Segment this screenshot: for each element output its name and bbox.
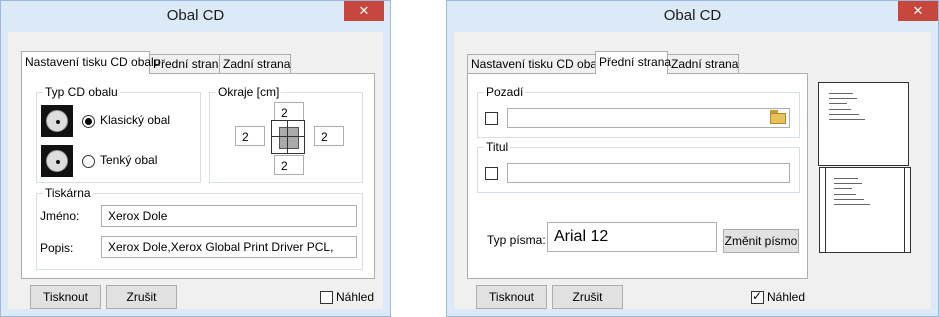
cd-case-icon [41, 105, 73, 137]
background-path-input[interactable] [507, 108, 790, 128]
background-group-label: Pozadí [484, 85, 526, 99]
printer-name-field[interactable]: Xerox Dole [101, 205, 357, 227]
right-tab-panel: Pozadí Titul Typ písma: Arial 12 Změnit … [467, 73, 808, 279]
cd-case-icon [41, 145, 73, 177]
cancel-button[interactable]: Zrušit [106, 285, 177, 309]
radio-classic-case-label[interactable]: Klasický obal [100, 113, 170, 127]
printer-group-label: Tiskárna [43, 186, 93, 200]
printer-name-label: Jméno: [40, 209, 80, 223]
right-tab-strip: Nastavení tisku CD obalu Přední strana Z… [467, 51, 767, 74]
tab-print-settings[interactable]: Nastavení tisku CD obalu [21, 51, 160, 74]
close-icon: ✕ [358, 3, 370, 18]
margin-top-input[interactable]: 2 [274, 102, 304, 122]
left-close-button[interactable]: ✕ [344, 1, 384, 21]
page-margins-icon [271, 120, 305, 154]
preview-checkbox-label[interactable]: Náhled [336, 290, 374, 304]
preview-checkbox[interactable] [320, 291, 333, 304]
background-checkbox[interactable] [485, 112, 498, 125]
preview-checkbox[interactable]: ✓ [751, 289, 764, 304]
back-preview-thumbnail [819, 167, 911, 253]
tab-back-side[interactable]: Zadní strana [219, 54, 291, 73]
radio-classic-case[interactable] [82, 115, 95, 128]
tab-front-side[interactable]: Přední strana [595, 51, 671, 74]
cd-type-group: Typ CD obalu Klasický obal Tenký obal [36, 85, 201, 183]
font-display-field: Arial 12 [547, 222, 717, 252]
margin-left-input[interactable]: 2 [235, 126, 265, 146]
change-font-button[interactable]: Změnit písmo [723, 229, 799, 253]
print-button[interactable]: Tisknout [476, 285, 547, 309]
margins-group: Okraje [cm] 2 2 2 2 [209, 85, 363, 183]
checkmark-icon: ✓ [752, 289, 763, 303]
title-input[interactable] [507, 163, 790, 183]
printer-desc-field[interactable]: Xerox Dole,Xerox Global Print Driver PCL… [101, 236, 357, 258]
title-group-label: Titul [484, 140, 511, 154]
printer-group: Tiskárna Jméno: Xerox Dole Popis: Xerox … [36, 186, 363, 270]
printer-desc-label: Popis: [40, 241, 74, 255]
print-button[interactable]: Tisknout [30, 285, 101, 309]
tab-print-settings[interactable]: Nastavení tisku CD obalu [467, 54, 606, 73]
radio-thin-case[interactable] [82, 155, 95, 168]
margin-right-input[interactable]: 2 [314, 126, 344, 146]
folder-open-icon[interactable] [770, 110, 788, 124]
background-group: Pozadí [477, 85, 800, 138]
left-dialog-window: Obal CD ✕ Nastavení tisku CD obalu Předn… [0, 0, 391, 317]
title-group: Titul [477, 140, 800, 193]
left-dialog-title: Obal CD [166, 7, 225, 24]
front-preview-thumbnail [818, 82, 909, 166]
right-dialog-window: Obal CD ✕ Nastavení tisku CD obalu Předn… [446, 0, 939, 317]
font-type-label: Typ písma: [487, 233, 546, 247]
right-dialog-title: Obal CD [663, 7, 722, 24]
radio-thin-case-label[interactable]: Tenký obal [100, 153, 157, 167]
cd-type-group-label: Typ CD obalu [43, 85, 120, 99]
left-tab-panel: Typ CD obalu Klasický obal Tenký obal Ok… [21, 73, 375, 279]
left-dialog-client: Nastavení tisku CD obalu Přední strana Z… [8, 32, 383, 309]
title-checkbox[interactable] [485, 167, 498, 180]
right-dialog-client: Nastavení tisku CD obalu Přední strana Z… [454, 32, 931, 309]
cancel-button[interactable]: Zrušit [552, 285, 623, 309]
close-icon: ✕ [912, 3, 924, 18]
tab-back-side[interactable]: Zadní strana [667, 54, 739, 73]
margins-group-label: Okraje [cm] [216, 85, 282, 99]
left-tab-strip: Nastavení tisku CD obalu Přední strana Z… [21, 51, 321, 74]
preview-checkbox-label[interactable]: Náhled [767, 290, 805, 304]
margin-bottom-input[interactable]: 2 [274, 155, 304, 175]
right-close-button[interactable]: ✕ [898, 1, 938, 21]
